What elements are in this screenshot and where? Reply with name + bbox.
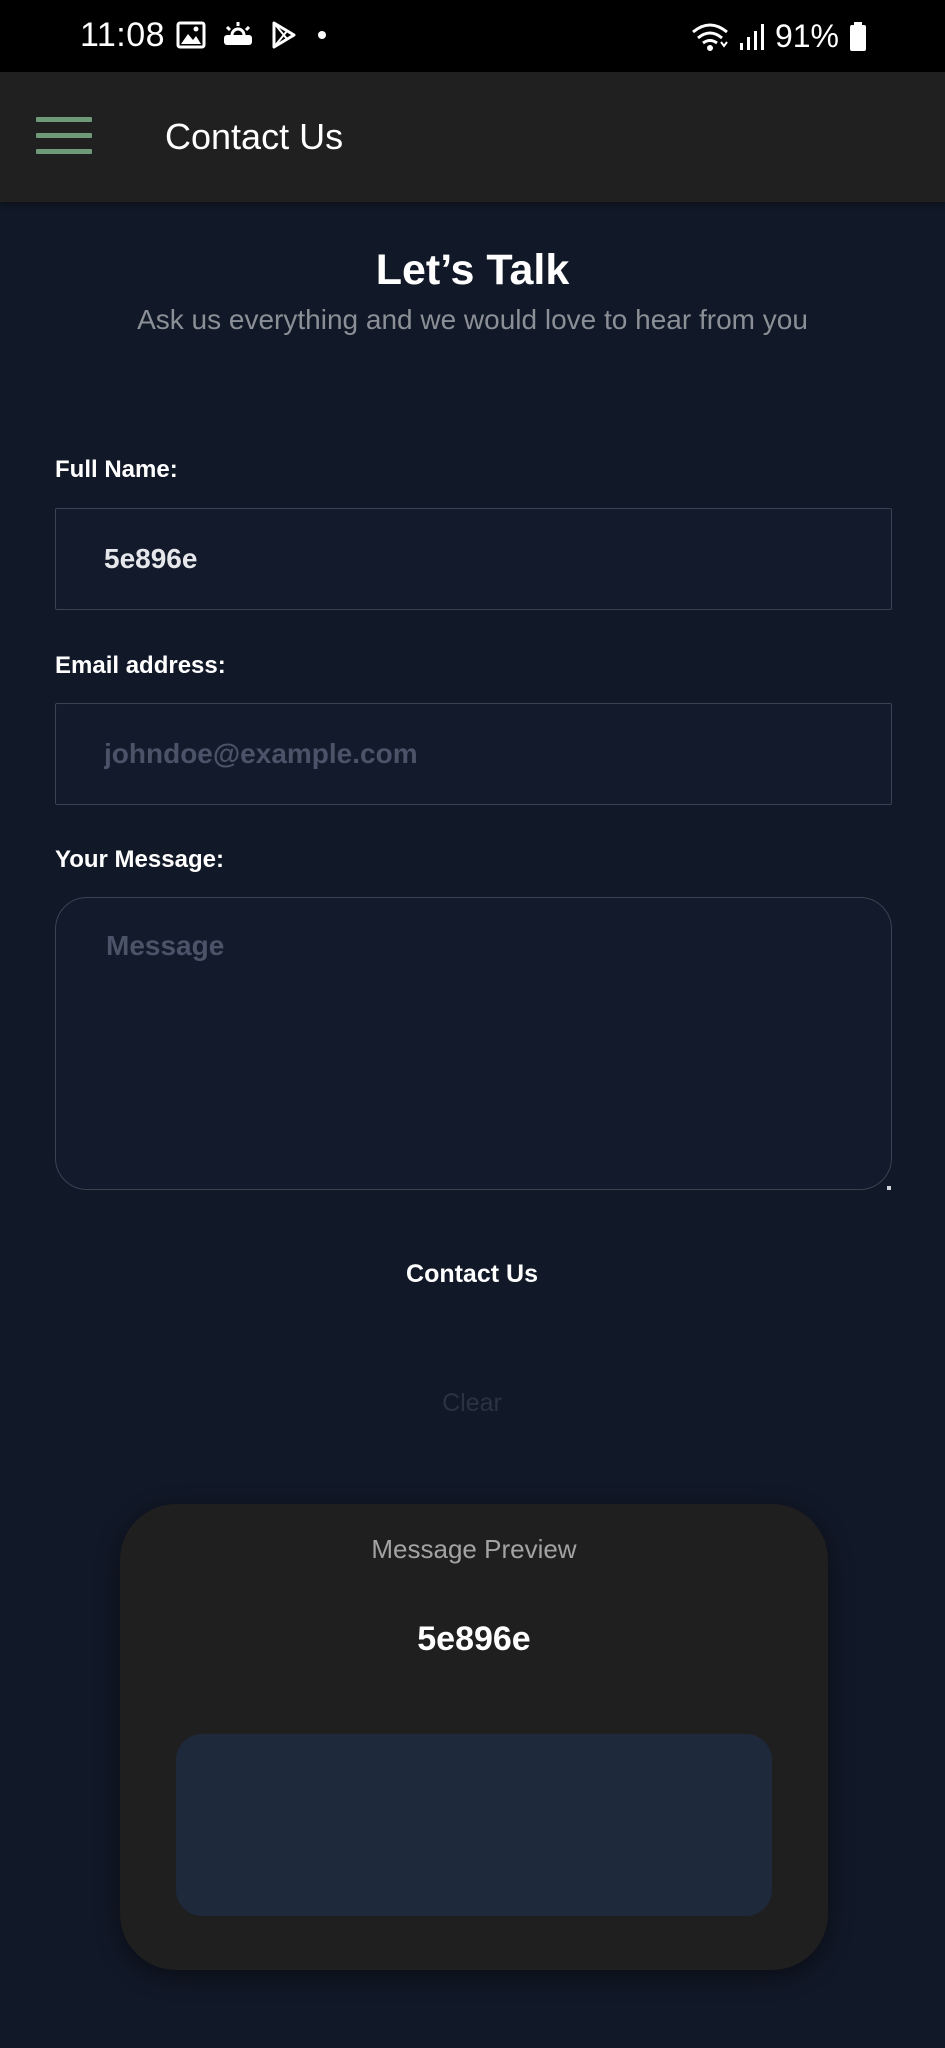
signal-icon — [739, 23, 765, 51]
email-input[interactable] — [55, 703, 892, 805]
textarea-resize-handle[interactable] — [887, 1186, 891, 1190]
full-name-label: Full Name: — [55, 456, 178, 483]
contact-page: 11:08 91% Contact Us Let’s Talk Ask us e… — [0, 0, 945, 2048]
status-bar: 11:08 91% — [0, 0, 945, 72]
weather-icon — [222, 21, 254, 49]
message-textarea[interactable] — [55, 897, 892, 1190]
battery-icon — [849, 21, 867, 52]
battery-percentage: 91% — [774, 18, 839, 54]
preview-message-box — [176, 1734, 772, 1916]
clear-button[interactable]: Clear — [372, 1374, 572, 1430]
status-notification-icons — [176, 20, 342, 50]
wifi-icon — [691, 22, 729, 52]
preview-name: 5e896e — [417, 1620, 531, 1658]
notification-dot — [318, 31, 326, 39]
contact-us-button[interactable]: Contact Us — [322, 1245, 622, 1301]
status-system-icons: 91% — [681, 18, 867, 55]
section-heading: Let’s Talk — [375, 246, 570, 294]
preview-label: Message Preview — [371, 1534, 577, 1564]
message-preview-card: Message Preview 5e896e — [120, 1504, 828, 1970]
message-label: Your Message: — [55, 846, 224, 873]
page-title: Contact Us — [165, 116, 344, 157]
play-store-icon — [270, 20, 298, 50]
status-time: 11:08 — [80, 16, 166, 54]
full-name-input[interactable] — [55, 508, 892, 610]
email-label: Email address: — [55, 652, 226, 679]
gallery-icon — [176, 21, 206, 49]
section-subheading: Ask us everything and we would love to h… — [137, 304, 808, 335]
hamburger-menu-icon[interactable] — [36, 114, 94, 158]
app-bar: Contact Us — [0, 72, 945, 202]
